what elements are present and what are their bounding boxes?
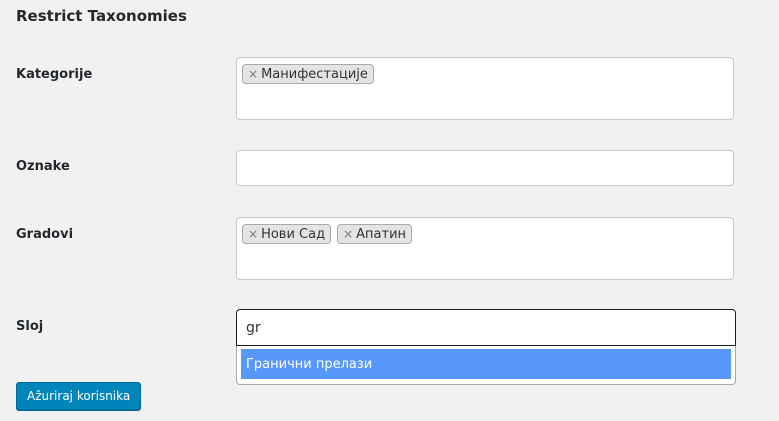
- section-title: Restrict Taxonomies: [16, 7, 187, 25]
- kategorije-label: Kategorije: [16, 67, 93, 82]
- sloj-results-dropdown: Гранични прелази: [236, 346, 736, 385]
- oznake-label: Oznake: [16, 159, 70, 174]
- chip-label: Апатин: [356, 226, 407, 242]
- kategorije-chip: × Манифестације: [242, 64, 374, 84]
- sloj-label: Sloj: [16, 319, 44, 334]
- oznake-multiselect[interactable]: [236, 150, 734, 186]
- chip-label: Манифестације: [261, 66, 368, 82]
- gradovi-multiselect[interactable]: × Нови Сад × Апатин: [236, 217, 734, 280]
- dropdown-option[interactable]: Гранични прелази: [241, 349, 731, 379]
- close-icon[interactable]: ×: [248, 228, 258, 240]
- gradovi-chip: × Апатин: [337, 224, 413, 244]
- update-user-button[interactable]: Ažuriraj korisnika: [16, 382, 142, 410]
- kategorije-multiselect[interactable]: × Манифестације: [236, 57, 734, 120]
- sloj-search-input[interactable]: [246, 310, 726, 345]
- gradovi-chip: × Нови Сад: [242, 224, 332, 244]
- close-icon[interactable]: ×: [248, 68, 258, 80]
- sloj-search-field[interactable]: [236, 309, 736, 346]
- close-icon[interactable]: ×: [343, 228, 353, 240]
- chip-label: Нови Сад: [261, 226, 326, 242]
- gradovi-label: Gradovi: [16, 227, 74, 242]
